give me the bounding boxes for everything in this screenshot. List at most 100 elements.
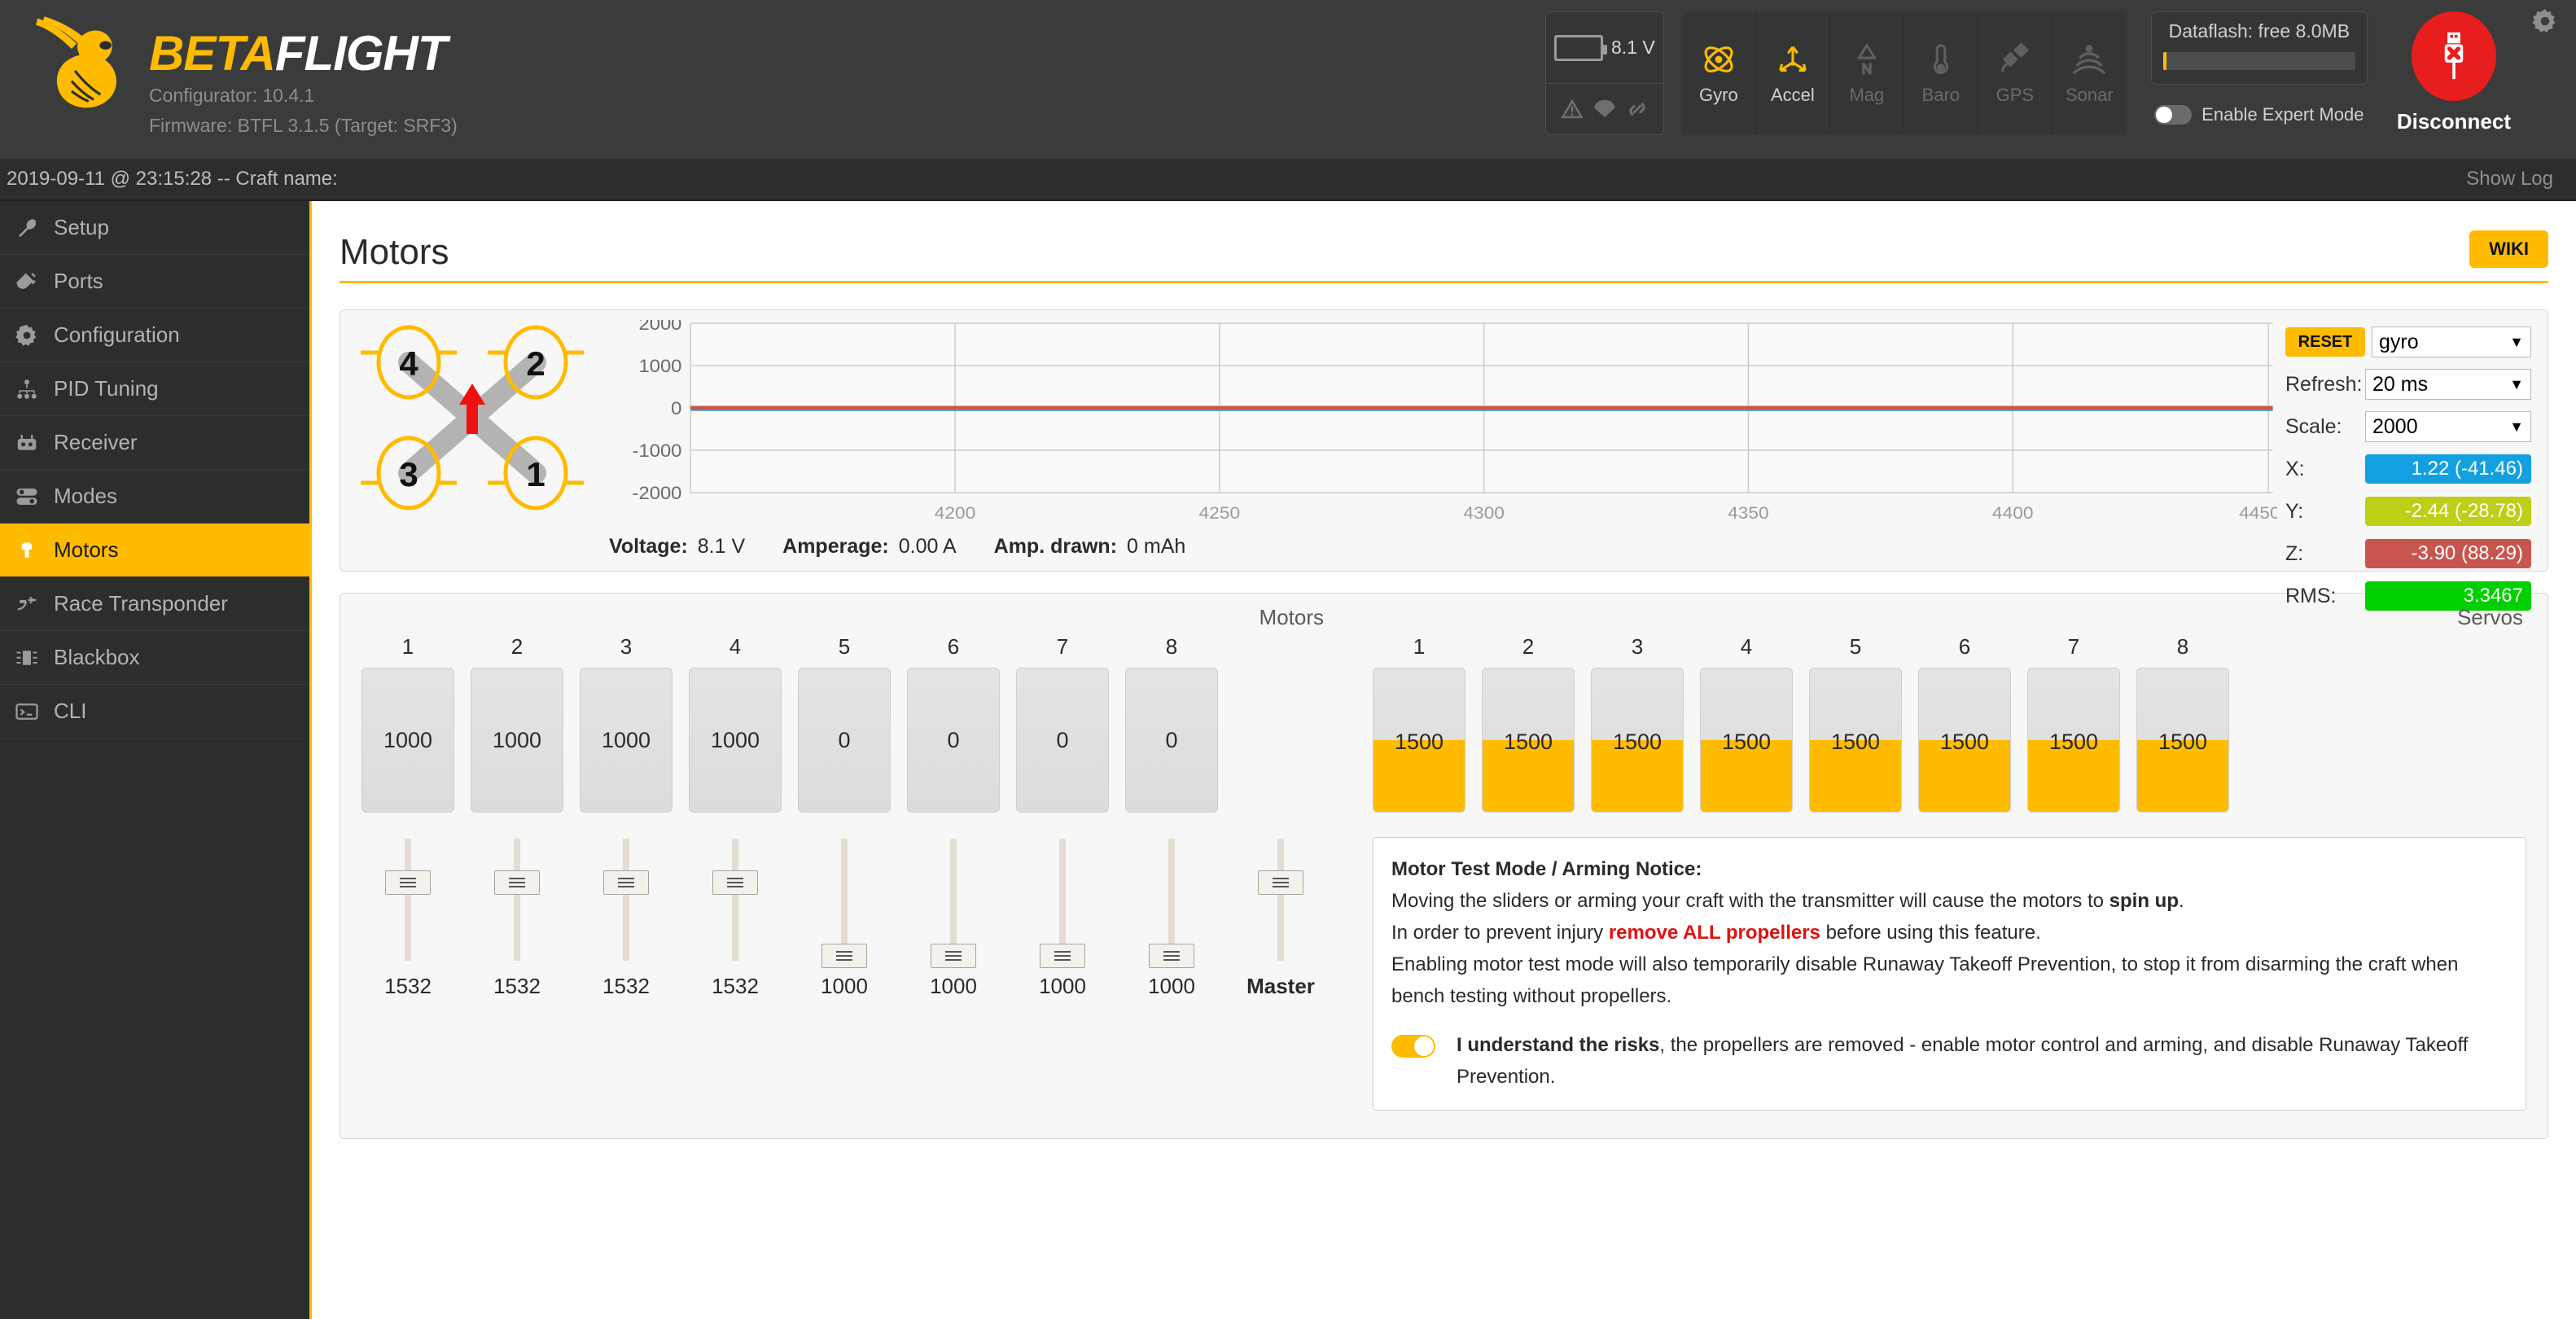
refresh-row: Refresh: 20 ms ▼ xyxy=(2285,367,2531,401)
sensor-accel[interactable]: Accel xyxy=(1755,11,1830,135)
sidebar-item-receiver[interactable]: Receiver xyxy=(0,416,309,470)
sidebar-item-ports[interactable]: Ports xyxy=(0,255,309,309)
sensor-gps[interactable]: GPS xyxy=(1978,11,2052,135)
grip-lines-icon xyxy=(1054,949,1071,963)
servo-bar: 1500 xyxy=(2027,668,2120,813)
motor-slider-value: 1532 xyxy=(384,974,432,998)
scale-select[interactable]: 2000 ▼ xyxy=(2365,411,2531,442)
sidebar-item-cli[interactable]: CLI xyxy=(0,685,309,738)
sensor-mag[interactable]: N Mag xyxy=(1829,11,1904,135)
motor-slider-knob[interactable] xyxy=(712,870,758,895)
motor-slider-col[interactable]: 1532 xyxy=(471,839,563,999)
motor-bar-col: 50 xyxy=(798,634,891,813)
risk-acknowledge-toggle[interactable] xyxy=(1391,1035,1435,1058)
show-log-button[interactable]: Show Log xyxy=(2466,168,2553,191)
axis-z-label: Z: xyxy=(2285,541,2304,565)
motor-slider-knob[interactable] xyxy=(494,870,540,895)
motor-bar: 0 xyxy=(1125,668,1218,813)
servo-value: 1500 xyxy=(1612,729,1663,754)
motor-slider-track[interactable] xyxy=(385,839,431,961)
motor-slider-col[interactable]: 1000 xyxy=(907,839,1000,999)
motor-slider-col[interactable]: 1000 xyxy=(1016,839,1109,999)
master-slider-knob[interactable] xyxy=(1258,870,1303,895)
motor-sliders-row: 1532 1532 1532 1532 1000 1000 1000 1000 Master xyxy=(361,839,1327,999)
sidebar-item-race-transponder[interactable]: Race Transponder xyxy=(0,577,309,631)
amperage-label: Amperage: xyxy=(782,535,889,558)
motor-number: 6 xyxy=(947,634,960,659)
motor-value: 1000 xyxy=(601,727,651,752)
motor-value: 0 xyxy=(838,727,851,752)
warning-icon xyxy=(1561,99,1584,119)
motor-slider-track[interactable] xyxy=(603,839,649,961)
motor-slider-knob[interactable] xyxy=(821,944,867,968)
sidebar-item-modes[interactable]: Modes xyxy=(0,470,309,524)
sidebar-item-motors[interactable]: Motors xyxy=(0,524,309,577)
motor-slider-track[interactable] xyxy=(1040,839,1085,968)
sidebar-item-setup[interactable]: Setup xyxy=(0,201,309,255)
motor-slider-col[interactable]: 1532 xyxy=(361,839,454,999)
sidebar-nav: Setup Ports Configuration PID Tuning Rec… xyxy=(0,201,312,1319)
servo-bar-col: 4 1500 xyxy=(1700,634,1793,813)
sidebar-item-race-transponder-label: Race Transponder xyxy=(54,591,228,616)
motor-slider-knob[interactable] xyxy=(1149,944,1194,968)
refresh-select[interactable]: 20 ms ▼ xyxy=(2365,369,2531,400)
motor-number: 2 xyxy=(510,634,524,659)
sidebar-item-configuration[interactable]: Configuration xyxy=(0,309,309,362)
servo-number: 4 xyxy=(1740,634,1753,659)
motor-slider-track[interactable] xyxy=(931,839,976,968)
motor-slider-knob[interactable] xyxy=(931,944,976,968)
motor-value: 1000 xyxy=(492,727,542,752)
motor-slider-track[interactable] xyxy=(712,839,758,961)
reset-button[interactable]: RESET xyxy=(2285,327,2365,357)
risk-acknowledge-row[interactable]: I understand the risks, the propellers a… xyxy=(1391,1030,2508,1093)
master-slider-track[interactable] xyxy=(1258,839,1303,961)
motor-slider-col[interactable]: 1532 xyxy=(580,839,672,999)
settings-gear-button[interactable] xyxy=(2530,7,2560,40)
betaflight-bee-logo xyxy=(36,16,116,108)
axis-y-row: Y: -2.44 (-28.78) xyxy=(2285,494,2531,528)
gps-icon xyxy=(2000,42,2029,72)
motor-slider-col[interactable]: 1532 xyxy=(689,839,782,999)
sensor-gyro[interactable]: Gyro xyxy=(1681,11,1756,135)
chevron-down-icon: ▼ xyxy=(2509,375,2524,392)
svg-text:2000: 2000 xyxy=(638,320,681,334)
motor-slider-knob[interactable] xyxy=(1040,944,1085,968)
motor-value: 0 xyxy=(1056,727,1069,752)
wiki-button[interactable]: WIKI xyxy=(2469,230,2548,268)
sidebar-item-pid-tuning[interactable]: PID Tuning xyxy=(0,362,309,416)
transmitter-icon xyxy=(17,434,37,450)
gyro-chart: 2000 1000 0 -1000 -2000 4200 4250 4300 4350 44… xyxy=(594,320,2277,561)
motor-value: 1000 xyxy=(710,727,760,752)
master-slider-col[interactable]: Master xyxy=(1234,839,1327,999)
sensor-baro[interactable]: Baro xyxy=(1904,11,1978,135)
expert-mode-row[interactable]: Enable Expert Mode xyxy=(2154,104,2364,125)
servo-bar: 1500 xyxy=(1373,668,1465,813)
motor-slider-track[interactable] xyxy=(494,839,540,961)
sidebar-item-blackbox[interactable]: Blackbox xyxy=(0,631,309,685)
blackbox-icon xyxy=(16,650,37,665)
grip-lines-icon xyxy=(618,875,634,890)
source-select[interactable]: gyro ▼ xyxy=(2372,326,2531,357)
grip-lines-icon xyxy=(400,875,416,890)
svg-text:4200: 4200 xyxy=(935,503,976,523)
risk-toggle-knob xyxy=(1414,1036,1434,1057)
motor-slider-track[interactable] xyxy=(821,839,867,968)
servo-number: 2 xyxy=(1522,634,1535,659)
motor-slider-col[interactable]: 1000 xyxy=(798,839,891,999)
axis-x-value: 1.22 (-41.46) xyxy=(2365,454,2531,484)
usb-disconnect-icon-circle xyxy=(2411,11,2496,101)
sensor-sonar-label: Sonar xyxy=(2065,85,2114,105)
svg-text:2: 2 xyxy=(526,344,545,383)
servos-notice-column: Servos 1 1500 2 1500 3 1500 4 1500 5 1500 6 1500 7 15… xyxy=(1373,605,2526,1111)
notice-line-2-a: In order to prevent injury xyxy=(1391,921,1609,944)
servo-value: 1500 xyxy=(1939,729,1990,754)
servo-value: 1500 xyxy=(1503,729,1553,754)
disconnect-button[interactable]: Disconnect xyxy=(2397,11,2511,134)
motor-slider-track[interactable] xyxy=(1149,839,1194,968)
expert-mode-toggle[interactable] xyxy=(2154,105,2193,125)
motor-bar-col: 4 1000 xyxy=(689,634,782,813)
motor-slider-col[interactable]: 1000 xyxy=(1125,839,1218,999)
motor-slider-knob[interactable] xyxy=(385,870,431,895)
motor-slider-knob[interactable] xyxy=(603,870,649,895)
sensor-sonar[interactable]: Sonar xyxy=(2052,11,2127,135)
